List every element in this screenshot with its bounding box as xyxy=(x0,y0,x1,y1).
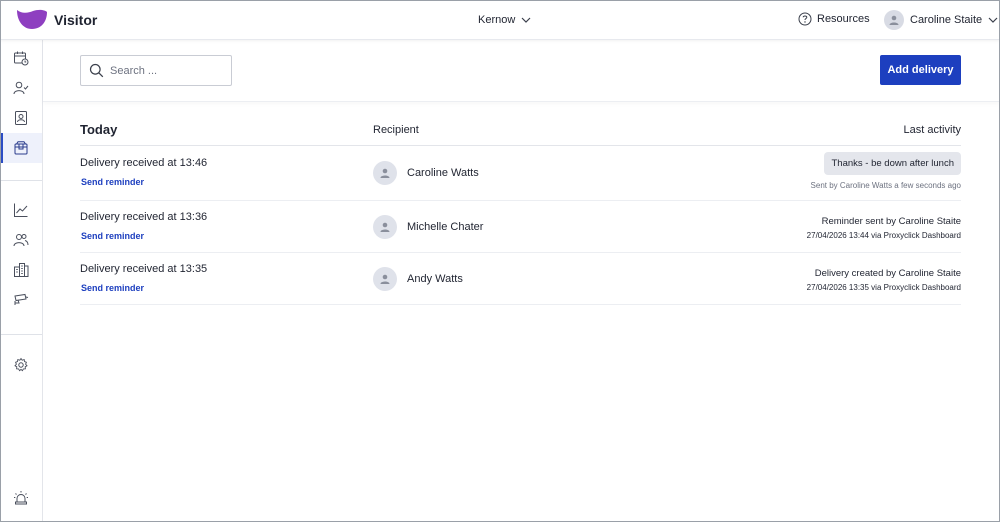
table-row[interactable]: Delivery received at 13:36 Send reminder… xyxy=(80,201,961,253)
recipient-name: Andy Watts xyxy=(407,273,463,285)
resources-label: Resources xyxy=(817,13,870,25)
toolbar: Add delivery xyxy=(43,40,1000,102)
sidebar-item-surveillance[interactable] xyxy=(0,285,42,315)
recipient: Michelle Chater xyxy=(373,215,483,239)
activity-description: Reminder sent by Caroline Staite xyxy=(821,216,961,227)
sidebar-item-settings[interactable] xyxy=(0,350,42,380)
activity-timestamp: 27/04/2026 13:35 via Proxyclick Dashboar… xyxy=(806,283,961,292)
sidebar-divider xyxy=(0,334,42,335)
table-row[interactable]: Delivery received at 13:46 Send reminder… xyxy=(80,146,961,201)
badge-icon xyxy=(15,111,27,125)
activity-meta: Sent by Caroline Watts a few seconds ago xyxy=(810,181,961,190)
avatar xyxy=(373,267,397,291)
activity-description: Delivery created by Caroline Staite xyxy=(814,268,961,279)
location-selector[interactable]: Kernow xyxy=(478,14,531,26)
delivery-title: Delivery received at 13:35 xyxy=(80,263,208,275)
table-row[interactable]: Delivery received at 13:35 Send reminder… xyxy=(80,253,961,305)
group-title: Today xyxy=(80,122,118,137)
help-circle-icon xyxy=(798,12,812,26)
sidebar-item-calendar[interactable] xyxy=(0,43,42,73)
column-header-last-activity: Last activity xyxy=(903,124,961,136)
location-label: Kernow xyxy=(478,14,516,26)
send-reminder-link[interactable]: Send reminder xyxy=(81,231,144,241)
sidebar-item-analytics[interactable] xyxy=(0,195,42,225)
recipient-name: Michelle Chater xyxy=(407,221,484,233)
person-icon xyxy=(380,274,390,284)
search-box[interactable] xyxy=(80,55,232,86)
gear-icon xyxy=(14,357,28,372)
user-menu[interactable]: Caroline Staite xyxy=(884,10,998,30)
search-icon xyxy=(89,63,104,78)
package-icon xyxy=(14,141,28,155)
recipient: Andy Watts xyxy=(373,267,463,291)
search-input[interactable] xyxy=(110,64,220,77)
delivery-title: Delivery received at 13:36 xyxy=(80,211,208,223)
person-icon xyxy=(380,222,390,232)
user-check-icon xyxy=(13,81,29,95)
sidebar xyxy=(0,40,43,522)
brand-name: Visitor xyxy=(54,12,98,28)
user-avatar xyxy=(884,10,904,30)
sidebar-item-badges[interactable] xyxy=(0,103,42,133)
alarm-icon xyxy=(14,491,28,505)
calendar-icon xyxy=(14,51,29,66)
person-icon xyxy=(889,15,899,25)
recipient: Caroline Watts xyxy=(373,161,479,185)
sidebar-item-alarm[interactable] xyxy=(0,483,42,513)
chevron-down-icon xyxy=(988,17,998,23)
delivery-title: Delivery received at 13:46 xyxy=(80,157,208,169)
chart-line-icon xyxy=(14,203,28,217)
avatar xyxy=(373,161,397,185)
visitor-logo-icon[interactable] xyxy=(16,8,48,30)
sidebar-item-visitors[interactable] xyxy=(0,73,42,103)
sidebar-item-users[interactable] xyxy=(0,225,42,255)
recipient-name: Caroline Watts xyxy=(407,167,479,179)
column-header-recipient: Recipient xyxy=(373,124,419,136)
camera-icon xyxy=(14,293,29,305)
activity-timestamp: 27/04/2026 13:44 via Proxyclick Dashboar… xyxy=(806,231,961,240)
add-delivery-button[interactable]: Add delivery xyxy=(880,55,961,85)
resources-button[interactable]: Resources xyxy=(798,12,870,26)
top-bar: Visitor Kernow Resources Caroline Staite xyxy=(0,0,1000,40)
sidebar-item-deliveries[interactable] xyxy=(0,133,42,163)
send-reminder-link[interactable]: Send reminder xyxy=(81,177,144,187)
user-name: Caroline Staite xyxy=(910,14,983,26)
sidebar-item-companies[interactable] xyxy=(0,255,42,285)
send-reminder-link[interactable]: Send reminder xyxy=(81,283,144,293)
sidebar-divider xyxy=(0,180,42,181)
person-icon xyxy=(380,168,390,178)
table-header: Today Recipient Last activity xyxy=(80,120,961,146)
users-icon xyxy=(13,234,29,247)
buildings-icon xyxy=(14,263,29,277)
chevron-down-icon xyxy=(521,17,531,23)
avatar xyxy=(373,215,397,239)
main-content: Add delivery Today Recipient Last activi… xyxy=(43,40,1000,522)
message-bubble: Thanks - be down after lunch xyxy=(824,152,961,175)
